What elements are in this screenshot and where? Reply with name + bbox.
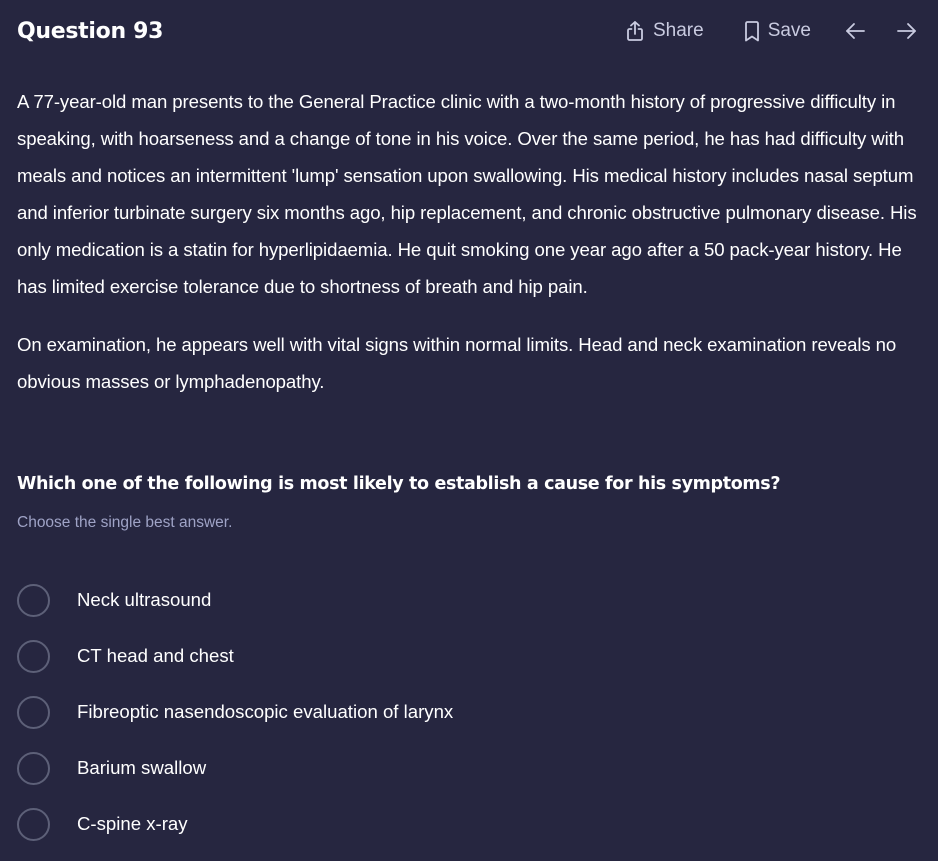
answer-option-label: CT head and chest bbox=[77, 645, 234, 666]
answer-option[interactable]: C-spine x-ray bbox=[17, 805, 717, 843]
answer-options: Neck ultrasound CT head and chest Fibreo… bbox=[17, 581, 717, 861]
answer-instruction: Choose the single best answer. bbox=[17, 514, 233, 531]
save-button[interactable]: Save bbox=[744, 20, 811, 42]
answer-option[interactable]: Barium swallow bbox=[17, 749, 717, 787]
share-icon bbox=[625, 20, 645, 42]
answer-option[interactable]: Fibreoptic nasendoscopic evaluation of l… bbox=[17, 693, 717, 731]
answer-option[interactable]: Neck ultrasound bbox=[17, 581, 717, 619]
radio-button[interactable] bbox=[17, 751, 50, 785]
answer-option[interactable]: CT head and chest bbox=[17, 637, 717, 675]
stem-paragraph: On examination, he appears well with vit… bbox=[17, 334, 897, 392]
save-label: Save bbox=[767, 20, 811, 41]
question-title: Question 93 bbox=[17, 18, 164, 44]
radio-button[interactable] bbox=[17, 807, 50, 841]
share-label: Share bbox=[652, 20, 704, 41]
question-stem: A 77-year-old man presents to the Genera… bbox=[17, 83, 924, 400]
stem-paragraph: A 77-year-old man presents to the Genera… bbox=[17, 91, 917, 297]
question-prompt: Which one of the following is most likel… bbox=[17, 474, 781, 494]
radio-button[interactable] bbox=[17, 639, 50, 673]
share-button[interactable]: Share bbox=[625, 20, 704, 42]
radio-button[interactable] bbox=[17, 583, 50, 617]
answer-option-label: Fibreoptic nasendoscopic evaluation of l… bbox=[77, 701, 454, 722]
answer-option-label: Neck ultrasound bbox=[77, 589, 212, 610]
question-header: Question 93 Share Save bbox=[17, 14, 918, 48]
radio-button[interactable] bbox=[17, 695, 50, 729]
arrow-left-icon bbox=[844, 21, 866, 41]
answer-option-label: C-spine x-ray bbox=[77, 813, 188, 834]
next-question-button[interactable] bbox=[896, 21, 918, 41]
arrow-right-icon bbox=[896, 21, 918, 41]
bookmark-icon bbox=[744, 20, 760, 42]
previous-question-button[interactable] bbox=[844, 21, 866, 41]
answer-option-label: Barium swallow bbox=[77, 757, 207, 778]
